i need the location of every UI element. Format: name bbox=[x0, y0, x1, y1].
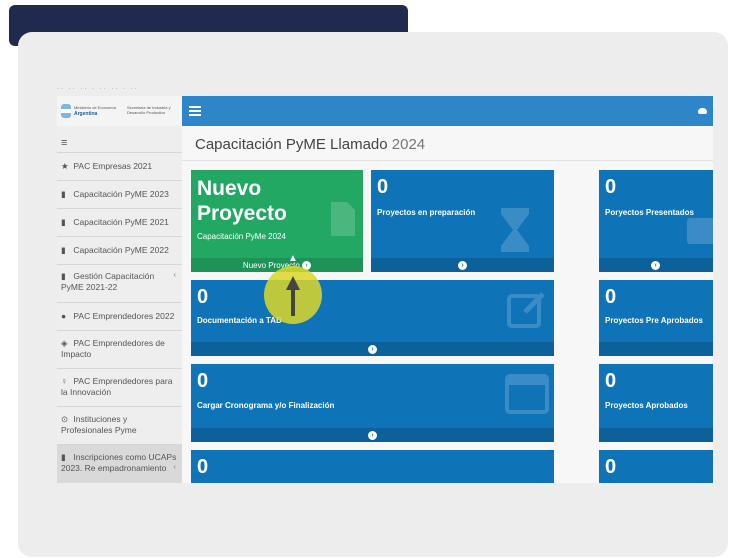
flag-icon bbox=[61, 104, 71, 118]
sidebar-item-gestion-capacitacion[interactable]: ▮ Gestión Capacitación PyME 2021-22 ‹ bbox=[57, 264, 182, 302]
logo-country: Argentina bbox=[74, 111, 98, 117]
camera-icon bbox=[687, 218, 713, 244]
institution-icon: ⊙ bbox=[61, 414, 69, 424]
user-cloud-icon[interactable] bbox=[698, 108, 707, 114]
cronograma-count: 0 bbox=[197, 370, 209, 392]
document-icon bbox=[331, 202, 355, 236]
preparacion-footer[interactable]: › bbox=[371, 258, 554, 272]
tile-presentados[interactable]: 0 Poryectos Presentados › bbox=[599, 170, 713, 272]
sidebar-item-pac-emprendedores-2022[interactable]: ● PAC Emprendedores 2022 bbox=[57, 302, 182, 330]
preparacion-label: Proyectos en preparación bbox=[377, 208, 476, 217]
arrow-circle-right-icon: › bbox=[368, 431, 377, 440]
logo-secretary: Secretaría de Industria y Desarrollo Pro… bbox=[127, 105, 171, 115]
book-icon: ▮ bbox=[61, 452, 66, 462]
sidebar-item-capacitacion-2022[interactable]: ▮ Capacitación PyME 2022 bbox=[57, 236, 182, 264]
book-icon: ▮ bbox=[61, 189, 66, 199]
arrow-circle-right-icon: › bbox=[368, 345, 377, 354]
arrow-up-icon bbox=[286, 276, 300, 316]
preparacion-count: 0 bbox=[377, 176, 389, 198]
sidebar: ≡ ★ PAC Empresas 2021 ▮ Capacitación PyM… bbox=[57, 126, 182, 483]
row4-right-count: 0 bbox=[605, 456, 617, 478]
mouse-pointer-icon: ▲ bbox=[288, 253, 298, 264]
row4-left-count: 0 bbox=[197, 456, 209, 478]
aprobados-count: 0 bbox=[605, 370, 617, 392]
pre-aprobados-count: 0 bbox=[605, 286, 617, 308]
divider bbox=[182, 160, 713, 161]
sidebar-item-capacitacion-2021[interactable]: ▮ Capacitación PyME 2021 bbox=[57, 208, 182, 236]
tad-footer[interactable]: › bbox=[191, 342, 554, 356]
star-icon: ★ bbox=[61, 161, 69, 171]
hourglass-icon bbox=[501, 208, 529, 252]
new-project-tile[interactable]: Nuevo Proyecto Capacitación PyMe 2024 Nue… bbox=[191, 170, 363, 272]
main-content: Capacitación PyME Llamado 2024 Nuevo Proy… bbox=[182, 126, 713, 483]
edit-icon bbox=[507, 292, 545, 328]
pre-aprobados-footer[interactable] bbox=[599, 342, 713, 356]
logo-ministry: Ministerio de Economía bbox=[74, 105, 116, 110]
cronograma-label: Cargar Cronograma y/o Finalización bbox=[197, 401, 335, 410]
tile-tad[interactable]: 0 Documentación a TAD › bbox=[191, 280, 554, 356]
page-title: Capacitación PyME Llamado 2024 bbox=[195, 136, 426, 153]
impact-icon: ◈ bbox=[61, 338, 68, 348]
arrow-circle-right-icon: › bbox=[458, 261, 467, 270]
menu-toggle-icon[interactable] bbox=[189, 106, 201, 118]
cronograma-footer[interactable]: › bbox=[191, 428, 554, 442]
arrow-circle-right-icon: › bbox=[651, 261, 660, 270]
browser-strip: ·· ·· ·· · ·· ·· · ·· bbox=[57, 86, 139, 92]
pre-aprobados-label: Proyectos Pre Aprobados bbox=[605, 316, 703, 325]
aprobados-footer[interactable] bbox=[599, 428, 713, 442]
lightbulb-icon: ♀ bbox=[61, 376, 68, 386]
tad-label: Documentación a TAD bbox=[197, 316, 282, 325]
tad-count: 0 bbox=[197, 286, 209, 308]
app-header: Ministerio de Economía Argentina Secreta… bbox=[57, 96, 713, 126]
sidebar-item-pac-innovacion[interactable]: ♀ PAC Emprendedores para la Innovación bbox=[57, 368, 182, 406]
sidebar-item-pac-impacto[interactable]: ◈ PAC Emprendedores de Impacto bbox=[57, 330, 182, 368]
sidebar-item-pac-empresas-2021[interactable]: ★ PAC Empresas 2021 bbox=[57, 152, 182, 180]
new-project-title: Nuevo Proyecto bbox=[197, 177, 287, 225]
chevron-left-icon: ‹ bbox=[173, 270, 176, 279]
sidebar-item-capacitacion-2023[interactable]: ▮ Capacitación PyME 2023 bbox=[57, 180, 182, 208]
new-project-subtitle: Capacitación PyMe 2024 bbox=[197, 232, 286, 241]
tile-pre-aprobados[interactable]: 0 Proyectos Pre Aprobados bbox=[599, 280, 713, 356]
tile-preparacion[interactable]: 0 Proyectos en preparación › bbox=[371, 170, 554, 272]
presentados-count: 0 bbox=[605, 176, 617, 198]
app-screen: Ministerio de Economía Argentina Secreta… bbox=[57, 96, 713, 483]
sidebar-item-instituciones[interactable]: ⊙ Instituciones y Profesionales Pyme bbox=[57, 406, 182, 444]
dot-icon: ● bbox=[61, 311, 67, 321]
book-icon: ▮ bbox=[61, 245, 66, 255]
book-icon: ▮ bbox=[61, 271, 66, 281]
sidebar-item-ucaps[interactable]: ▮ Inscripciones como UCAPs 2023. Re empa… bbox=[57, 444, 182, 483]
tile-aprobados[interactable]: 0 Proyectos Aprobados bbox=[599, 364, 713, 442]
aprobados-label: Proyectos Aprobados bbox=[605, 401, 688, 410]
book-icon: ▮ bbox=[61, 217, 66, 227]
calendar-icon bbox=[505, 374, 549, 414]
tile-cronograma[interactable]: 0 Cargar Cronograma y/o Finalización › bbox=[191, 364, 554, 442]
sidebar-menu-icon[interactable]: ≡ bbox=[61, 137, 67, 149]
ministry-logo: Ministerio de Economía Argentina Secreta… bbox=[57, 96, 182, 126]
presentados-label: Poryectos Presentados bbox=[605, 208, 694, 217]
tile-row4-left[interactable]: 0 bbox=[191, 450, 554, 483]
presentados-footer[interactable]: › bbox=[599, 258, 713, 272]
tile-row4-right[interactable]: 0 bbox=[599, 450, 713, 483]
chevron-left-icon: ‹ bbox=[173, 462, 176, 471]
